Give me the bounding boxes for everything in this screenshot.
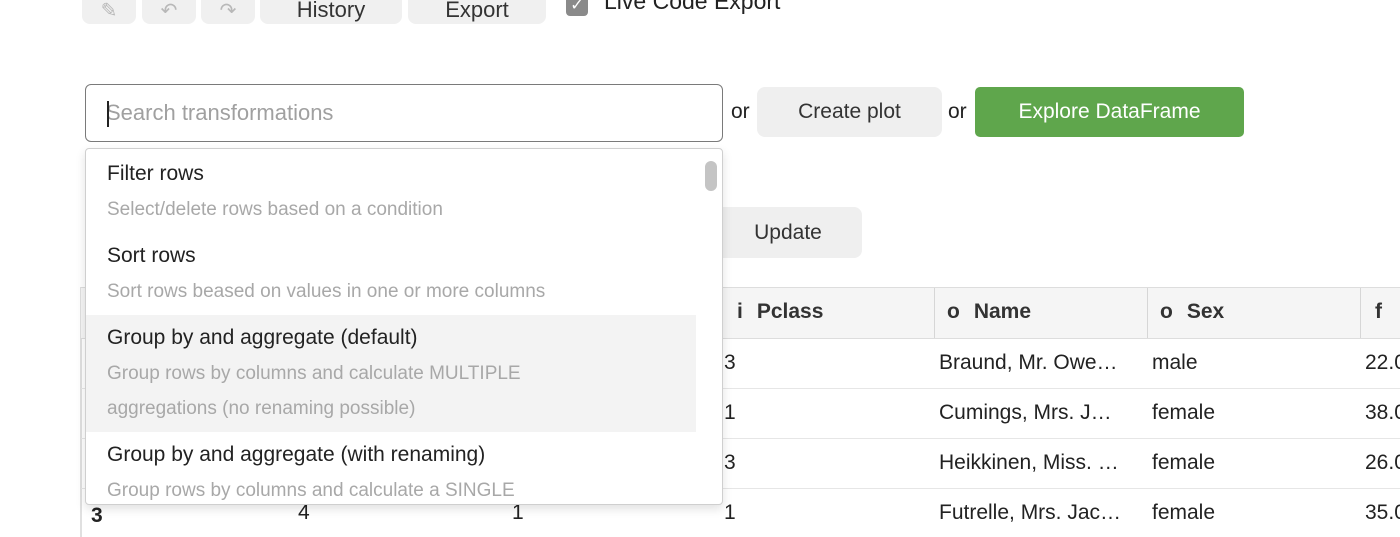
- cell-sex: female: [1152, 401, 1216, 424]
- column-name: Sex: [1186, 300, 1225, 323]
- dtype-label: f: [1375, 300, 1382, 323]
- cell-name: Heikkinen, Miss. …: [939, 451, 1119, 474]
- redo-button[interactable]: ↷: [201, 0, 255, 24]
- dtype-label: i: [737, 300, 743, 323]
- column-header-pclass[interactable]: i Pclass: [737, 300, 823, 324]
- column-header-age[interactable]: f: [1375, 300, 1396, 324]
- update-button[interactable]: Update: [714, 207, 862, 258]
- option-description: Group rows by columns and calculate a SI…: [107, 480, 515, 501]
- option-group-by-aggregate-renaming[interactable]: Group by and aggregate (with renaming) G…: [86, 432, 696, 504]
- column-divider[interactable]: [934, 288, 935, 338]
- cell-pclass: 1: [724, 501, 736, 524]
- checkmark-icon: ✓: [570, 0, 584, 14]
- option-description: Group rows by columns and calculate MULT…: [107, 363, 521, 384]
- export-button[interactable]: Export: [408, 0, 546, 24]
- update-button-label: Update: [754, 220, 822, 244]
- dtype-label: o: [1160, 300, 1173, 323]
- dtype-label: o: [947, 300, 960, 323]
- cell-age: 35.0: [1365, 501, 1400, 524]
- dropdown-scrollbar[interactable]: [705, 161, 717, 191]
- edit-button[interactable]: ✎: [82, 0, 136, 24]
- option-description: Sort rows beased on values in one or mor…: [107, 281, 546, 302]
- column-divider[interactable]: [1147, 288, 1148, 338]
- create-plot-button[interactable]: Create plot: [757, 87, 942, 137]
- explore-dataframe-button[interactable]: Explore DataFrame: [975, 87, 1244, 137]
- cell-age: 26.0: [1365, 451, 1400, 474]
- search-transformations-box[interactable]: [85, 84, 723, 142]
- undo-icon: ↶: [160, 0, 178, 22]
- cell-sex: female: [1152, 501, 1216, 524]
- pencil-icon: ✎: [100, 0, 118, 22]
- option-title: Filter rows: [107, 162, 204, 185]
- column-header-sex[interactable]: o Sex: [1160, 300, 1224, 324]
- or-text: or: [731, 100, 750, 123]
- or-text: or: [948, 100, 967, 123]
- cell-age: 38.0: [1365, 401, 1400, 424]
- cell-pclass: 3: [724, 351, 736, 374]
- row-index: 3: [91, 504, 103, 527]
- transformations-dropdown[interactable]: Filter rows Select/delete rows based on …: [85, 148, 723, 505]
- option-sort-rows[interactable]: Sort rows Sort rows beased on values in …: [86, 231, 696, 315]
- cell-age: 22.0: [1365, 351, 1400, 374]
- option-filter-rows[interactable]: Filter rows Select/delete rows based on …: [86, 149, 696, 231]
- column-header-name[interactable]: o Name: [947, 300, 1031, 324]
- cell-name: Braund, Mr. Owe…: [939, 351, 1118, 374]
- option-group-by-aggregate-default[interactable]: Group by and aggregate (default) Group r…: [86, 315, 696, 432]
- option-title: Group by and aggregate (default): [107, 326, 418, 349]
- redo-icon: ↷: [219, 0, 237, 22]
- cell-sex: male: [1152, 351, 1198, 374]
- cell-pclass: 1: [724, 401, 736, 424]
- column-name: Pclass: [756, 300, 824, 323]
- cell-name: Futrelle, Mrs. Jac…: [939, 501, 1122, 524]
- option-title: Sort rows: [107, 244, 196, 267]
- text-caret: [107, 101, 109, 127]
- option-description: aggregations (no renaming possible): [107, 398, 416, 419]
- cell-name: Cumings, Mrs. J…: [939, 401, 1112, 424]
- search-input[interactable]: [86, 85, 722, 141]
- option-title: Group by and aggregate (with renaming): [107, 443, 486, 466]
- column-divider[interactable]: [1360, 288, 1361, 338]
- live-code-export-label: Live Code Export: [604, 0, 781, 14]
- cell-pclass: 3: [724, 451, 736, 474]
- live-code-export-checkbox[interactable]: ✓: [566, 0, 588, 16]
- column-name: Name: [973, 300, 1032, 323]
- history-button[interactable]: History: [260, 0, 402, 24]
- undo-button[interactable]: ↶: [142, 0, 196, 24]
- cell-sex: female: [1152, 451, 1216, 474]
- option-description: Select/delete rows based on a condition: [107, 199, 443, 220]
